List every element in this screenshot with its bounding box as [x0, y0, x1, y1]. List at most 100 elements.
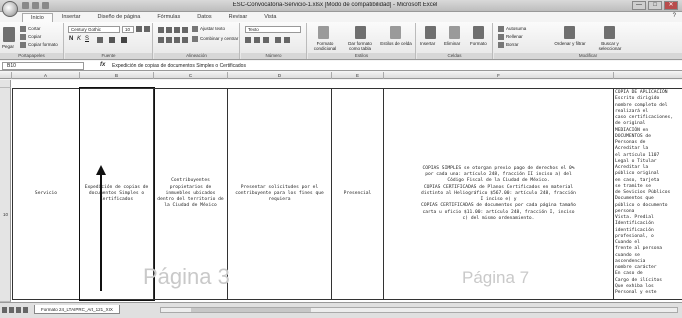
column-header-e[interactable]: E: [332, 72, 384, 79]
conditional-format-icon[interactable]: [318, 26, 329, 39]
merge-icon: [192, 36, 198, 42]
cell-g10[interactable]: COPIA DE APLICACIÓN Escrito dirigido nombr…: [614, 88, 682, 300]
cells-label: Celdas: [417, 53, 492, 59]
align-left-icon[interactable]: [158, 37, 164, 43]
shrink-font-icon[interactable]: [144, 26, 150, 32]
copy-button[interactable]: Copiar: [20, 34, 41, 40]
fill-color-icon[interactable]: [109, 37, 115, 43]
prev-sheet-icon[interactable]: [9, 307, 14, 313]
last-sheet-icon[interactable]: [23, 307, 28, 313]
help-icon[interactable]: ?: [673, 13, 676, 19]
wrap-text-button[interactable]: Ajustar texto: [192, 26, 225, 32]
scissors-icon: [20, 26, 26, 32]
font-name-select[interactable]: Century Gothic: [68, 26, 120, 33]
cell-styles-icon[interactable]: [390, 26, 401, 39]
column-header-f[interactable]: F: [384, 72, 614, 79]
name-box[interactable]: B10: [2, 62, 84, 70]
orientation-icon[interactable]: [182, 27, 188, 33]
align-middle-icon[interactable]: [166, 27, 172, 33]
format-cells-icon[interactable]: [473, 26, 484, 39]
merge-center-button[interactable]: Combinar y centrar: [192, 36, 238, 42]
insert-cells-button[interactable]: Insertar: [420, 41, 435, 46]
tab-diseno-pagina[interactable]: Diseño de página: [90, 13, 149, 22]
tab-insertar[interactable]: Insertar: [54, 13, 89, 22]
maximize-button[interactable]: □: [648, 1, 662, 10]
bold-button[interactable]: N: [69, 36, 73, 42]
cells-group: Insertar Eliminar Formato Celdas: [417, 23, 493, 59]
alignment-group: Ajustar texto Combinar y centrar Alineac…: [154, 23, 240, 59]
column-header-b[interactable]: B: [80, 72, 154, 79]
tab-formulas[interactable]: Fórmulas: [149, 13, 188, 22]
borders-icon[interactable]: [97, 37, 103, 43]
font-group: Century Gothic 10 N K S Fuente: [65, 23, 153, 59]
grow-font-icon[interactable]: [136, 26, 142, 32]
undo-icon[interactable]: [32, 2, 39, 9]
horizontal-scrollbar[interactable]: [160, 307, 678, 313]
office-button[interactable]: [2, 1, 18, 17]
thousands-icon[interactable]: [263, 37, 269, 43]
sort-filter-icon[interactable]: [564, 26, 575, 39]
format-table-button[interactable]: Dar formato como tabla: [343, 41, 377, 51]
align-center-icon[interactable]: [166, 37, 172, 43]
autosum-button[interactable]: Autosuma: [498, 26, 526, 32]
number-format-select[interactable]: Texto: [245, 26, 301, 33]
increase-decimal-icon[interactable]: [275, 37, 281, 43]
cell-a10[interactable]: Servicio: [12, 88, 80, 300]
ribbon-tabs: Inicio Insertar Diseño de página Fórmula…: [22, 13, 284, 22]
currency-icon[interactable]: [245, 37, 251, 43]
row-header-10[interactable]: [0, 88, 11, 302]
clear-button[interactable]: Borrar: [498, 42, 519, 48]
sort-filter-button[interactable]: Ordenar y filtrar: [552, 41, 588, 46]
find-select-button[interactable]: Buscar y seleccionar: [592, 41, 628, 51]
format-painter-button[interactable]: Copiar formato: [20, 42, 58, 48]
redo-icon[interactable]: [42, 2, 49, 9]
indent-icon[interactable]: [182, 37, 188, 43]
paste-button[interactable]: Pegar: [2, 44, 14, 49]
insert-cells-icon[interactable]: [425, 26, 436, 39]
fill-button[interactable]: Rellenar: [498, 34, 523, 40]
find-select-icon[interactable]: [604, 26, 615, 39]
formula-input[interactable]: Expedición de copias de documentos Simpl…: [112, 63, 246, 69]
tab-inicio[interactable]: Inicio: [22, 13, 53, 22]
close-button[interactable]: ✕: [664, 1, 678, 10]
underline-button[interactable]: S: [85, 36, 89, 42]
next-sheet-icon[interactable]: [16, 307, 21, 313]
fx-icon[interactable]: fx: [100, 62, 105, 68]
conditional-format-button[interactable]: Formato condicional: [309, 41, 341, 51]
align-bottom-icon[interactable]: [174, 27, 180, 33]
worksheet: 10 Servicio Expedición de copias de docu…: [0, 80, 682, 302]
save-icon[interactable]: [22, 2, 29, 9]
tab-datos[interactable]: Datos: [189, 13, 219, 22]
scrollbar-thumb[interactable]: [191, 308, 311, 312]
font-size-select[interactable]: 10: [122, 26, 134, 33]
column-header-d[interactable]: D: [228, 72, 332, 79]
row-header-9[interactable]: [0, 80, 11, 88]
format-cells-button[interactable]: Formato: [470, 41, 487, 46]
first-sheet-icon[interactable]: [2, 307, 7, 313]
italic-button[interactable]: K: [77, 36, 81, 42]
cut-button[interactable]: Cortar: [20, 26, 41, 32]
tab-revisar[interactable]: Revisar: [221, 13, 256, 22]
sigma-icon: [498, 26, 504, 32]
cell-styles-button[interactable]: Estilos de celda: [380, 41, 412, 46]
paste-icon[interactable]: [3, 27, 15, 42]
font-color-icon[interactable]: [121, 37, 127, 43]
select-all-corner[interactable]: [0, 72, 12, 79]
delete-cells-button[interactable]: Eliminar: [444, 41, 460, 46]
column-header-c[interactable]: C: [154, 72, 228, 79]
column-header-a[interactable]: A: [12, 72, 80, 79]
styles-group: Formato condicional Dar formato como tab…: [308, 23, 416, 59]
minimize-button[interactable]: —: [632, 1, 646, 10]
copy-icon: [20, 34, 26, 40]
tab-vista[interactable]: Vista: [256, 13, 284, 22]
sheet-tab[interactable]: Formato 24_LTAIPRC_Art_121_XIX: [34, 305, 120, 314]
format-table-icon[interactable]: [355, 26, 366, 39]
column-header-g[interactable]: [614, 72, 682, 79]
decrease-decimal-icon[interactable]: [284, 37, 290, 43]
delete-cells-icon[interactable]: [449, 26, 460, 39]
cell-e10[interactable]: Presencial: [332, 88, 384, 300]
cell-d10[interactable]: Presentar solicitudes por el contribuyen…: [228, 88, 332, 300]
percent-icon[interactable]: [254, 37, 260, 43]
align-right-icon[interactable]: [174, 37, 180, 43]
align-top-icon[interactable]: [158, 27, 164, 33]
